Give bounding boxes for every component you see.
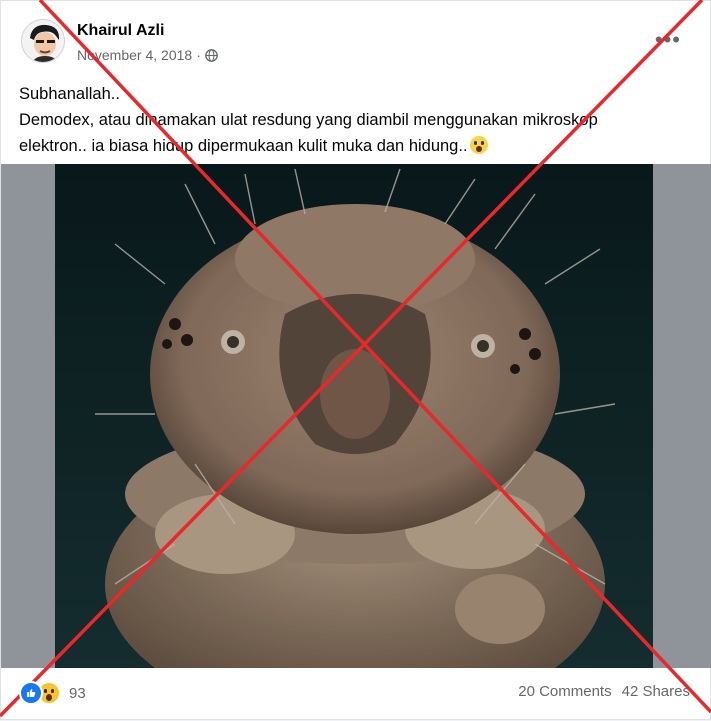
author-avatar[interactable] (21, 19, 65, 63)
caption-line: Demodex, atau dinamakan ulat resdung yan… (19, 111, 598, 129)
caption-line-last: elektron.. ia biasa hidup dipermukaan ku… (19, 133, 694, 159)
meta-separator: · (196, 47, 201, 63)
like-icon (19, 681, 43, 705)
comments-count[interactable]: 20 Comments (518, 683, 611, 700)
post-photo-area[interactable] (1, 164, 711, 668)
more-options-icon[interactable]: ••• (655, 27, 681, 53)
facebook-post: Khairul Azli November 4, 2018 · ••• Subh… (0, 0, 711, 720)
caption-text: elektron.. ia biasa hidup dipermukaan ku… (19, 137, 468, 155)
shares-count[interactable]: 42 Shares (622, 683, 690, 700)
post-footer: 93 20 Comments 42 Shares (1, 671, 711, 721)
post-header: Khairul Azli November 4, 2018 · ••• (21, 19, 691, 69)
engagement-stats: 20 Comments 42 Shares (518, 683, 690, 700)
avatar-illustration-icon (22, 20, 64, 62)
post-photo[interactable] (55, 164, 653, 668)
post-caption: Subhanallah.. Demodex, atau dinamakan ul… (19, 81, 694, 159)
post-date[interactable]: November 4, 2018 (77, 47, 192, 63)
post-meta: November 4, 2018 · (77, 47, 218, 63)
caption-line: Subhanallah.. (19, 85, 120, 103)
reaction-count[interactable]: 93 (69, 685, 86, 702)
author-name[interactable]: Khairul Azli (77, 22, 164, 40)
globe-icon (205, 48, 218, 62)
reactions-summary[interactable]: 93 (19, 681, 86, 705)
screaming-face-emoji-icon (469, 136, 488, 154)
demodex-microscope-image (55, 164, 653, 668)
